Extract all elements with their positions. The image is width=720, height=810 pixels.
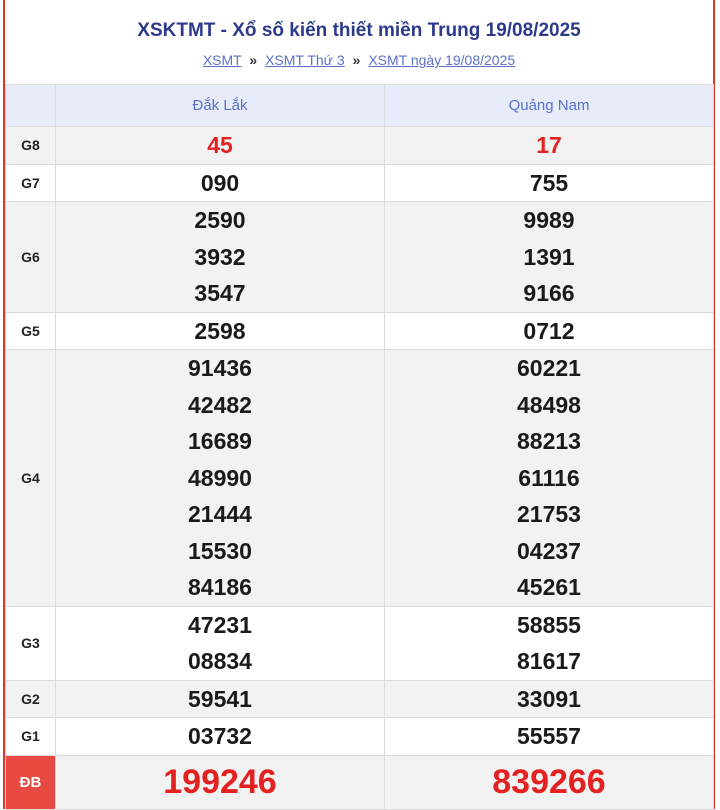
prize-cell-quangnam: 17 [384,126,714,165]
prize-cell-daklak: 45 [55,126,385,165]
prize-cell-quangnam: 755 [384,163,714,202]
prize-number: 2590 [194,207,246,233]
prize-row-g5: G5 2598 0712 [5,311,714,350]
prize-number: 45261 [517,574,581,600]
prize-number: 2598 [194,317,246,344]
prize-label: G2 [5,679,56,718]
results-header: XSKTMT - Xổ số kiến thiết miền Trung 19/… [5,0,713,84]
prize-number: 48990 [188,464,252,491]
prize-number: 88213 [517,428,581,454]
prize-number: 1391 [523,243,575,270]
prize-number: 04237 [517,537,581,564]
prize-number: 21753 [517,501,581,527]
prize-number: 15530 [188,537,252,564]
corner-cell [5,84,56,127]
breadcrumb-separator: » [352,52,361,68]
prize-cell-daklak: 47231 08834 [55,605,385,681]
prize-label: G7 [5,163,56,202]
prize-number: 55557 [517,723,581,749]
prize-number: 48498 [517,391,581,418]
prize-cell-quangnam: 839266 [384,754,714,810]
prize-number: 58855 [517,611,581,638]
prize-number: 47231 [188,611,252,638]
prize-number: 9989 [523,207,575,233]
prize-cell-daklak: 2590 3932 3547 [55,201,385,313]
results-table: Đắk Lắk Quảng Nam G8 45 17 G7 090 755 G6 2590 39… [5,84,714,810]
prize-number: 21444 [188,501,252,527]
prize-label: G3 [5,605,56,681]
prize-cell-daklak: 2598 [55,311,385,350]
prize-row-g4: G4 91436 42482 16689 48990 21444 15530 84186 602… [5,349,714,607]
prize-row-g3: G3 47231 08834 58855 81617 [5,605,714,681]
breadcrumb-separator: » [249,52,258,68]
province-header-daklak: Đắk Lắk [55,84,385,127]
prize-number: 755 [529,169,569,196]
prize-number: 33091 [517,685,581,712]
prize-label: G5 [5,311,56,350]
breadcrumb-weekday-link[interactable]: XSMT Thứ 3 [265,52,345,68]
prize-number: 91436 [188,355,252,381]
prize-number: 16689 [188,428,252,454]
breadcrumb-date-link[interactable]: XSMT ngày 19/08/2025 [368,52,515,68]
prize-number: 199246 [163,762,277,801]
prize-number: 42482 [188,391,252,418]
prize-number: 9166 [523,280,575,306]
prize-cell-daklak: 91436 42482 16689 48990 21444 15530 84186 [55,349,385,607]
results-panel: XSKTMT - Xổ số kiến thiết miền Trung 19/… [3,0,715,810]
prize-row-g8: G8 45 17 [5,126,714,165]
prize-number: 090 [200,169,240,196]
prize-number: 45 [207,132,233,158]
prize-cell-quangnam: 60221 48498 88213 61116 21753 04237 45261 [384,349,714,607]
prize-label: G1 [5,717,56,756]
prize-cell-quangnam: 58855 81617 [384,605,714,681]
prize-number: 08834 [188,648,252,674]
prize-number: 03732 [188,723,252,749]
prize-number: 3932 [194,243,246,270]
page-title: XSKTMT - Xổ số kiến thiết miền Trung 19/… [137,20,581,41]
prize-number: 0712 [523,317,575,344]
prize-cell-daklak: 199246 [55,754,385,810]
prize-number: 81617 [517,648,581,674]
prize-cell-quangnam: 55557 [384,717,714,756]
prize-number: 59541 [188,685,252,712]
prize-cell-quangnam: 9989 1391 9166 [384,201,714,313]
prize-number: 61116 [518,464,580,491]
prize-row-g2: G2 59541 33091 [5,679,714,718]
prize-row-db: ĐB 199246 839266 [5,754,714,810]
prize-number: 3547 [194,280,246,306]
prize-row-g6: G6 2590 3932 3547 9989 1391 9166 [5,201,714,313]
prize-label: ĐB [5,754,56,810]
prize-row-g7: G7 090 755 [5,163,714,202]
prize-number: 60221 [517,355,581,381]
table-header-row: Đắk Lắk Quảng Nam [5,84,714,127]
province-header-quangnam: Quảng Nam [384,84,714,127]
prize-cell-daklak: 59541 [55,679,385,718]
prize-cell-daklak: 03732 [55,717,385,756]
prize-number: 84186 [188,574,252,600]
prize-label: G8 [5,126,56,165]
prize-cell-quangnam: 0712 [384,311,714,350]
prize-label: G6 [5,201,56,313]
prize-label: G4 [5,349,56,607]
prize-cell-daklak: 090 [55,163,385,202]
prize-row-g1: G1 03732 55557 [5,717,714,756]
prize-number: 839266 [492,762,606,801]
prize-number: 17 [536,132,562,158]
breadcrumb: XSMT » XSMT Thứ 3 » XSMT ngày 19/08/2025 [5,50,713,70]
breadcrumb-xsmt-link[interactable]: XSMT [203,52,242,68]
prize-cell-quangnam: 33091 [384,679,714,718]
